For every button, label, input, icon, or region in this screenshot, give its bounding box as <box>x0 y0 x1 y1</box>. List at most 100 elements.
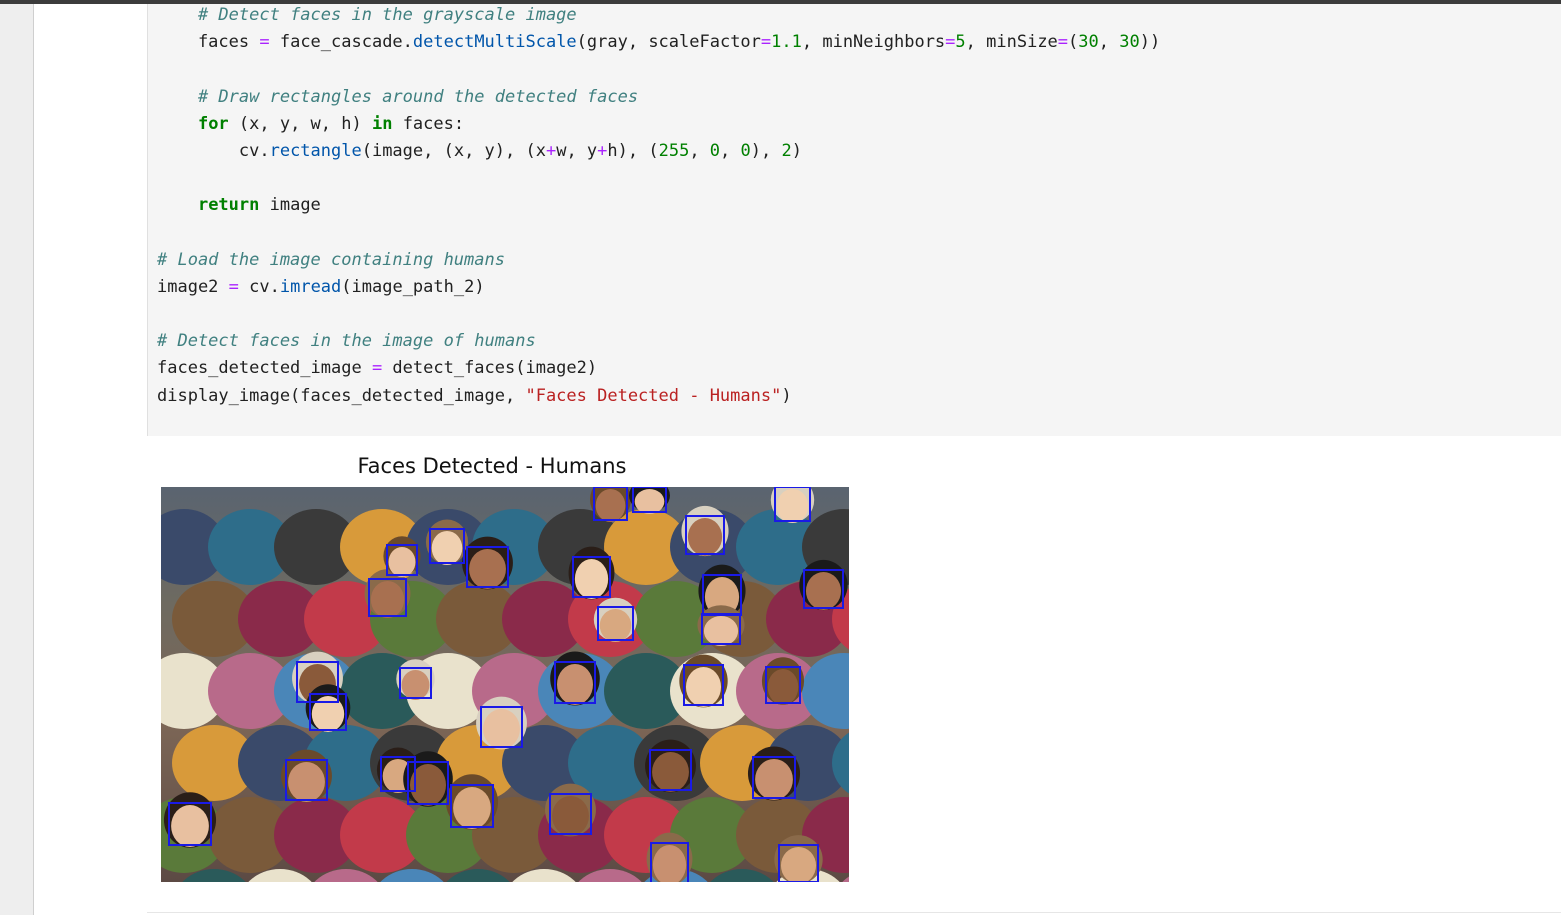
code-token: = <box>371 358 383 379</box>
person-face <box>171 805 209 847</box>
code-token: (gray, scaleFactor <box>576 32 761 53</box>
code-token: (image, (x, y), (x <box>361 140 546 161</box>
person-face <box>805 572 842 610</box>
code-token: rectangle <box>269 140 362 161</box>
person-face <box>453 787 491 829</box>
code-token: 30 <box>1119 32 1140 53</box>
code-token: # Detect faces in the image of humans <box>157 331 536 352</box>
code-token: 5 <box>955 32 966 53</box>
figure-title: Faces Detected - Humans <box>357 454 627 478</box>
code-token: in <box>371 113 393 134</box>
code-token: 0 <box>709 140 721 161</box>
code-token: cv. <box>157 140 270 161</box>
code-line: # Detect faces in the grayscale image <box>157 2 1160 29</box>
code-token: image2 <box>157 276 229 297</box>
code-token: + <box>545 140 557 161</box>
code-token: 2 <box>781 140 792 161</box>
code-token: h), ( <box>607 140 659 161</box>
person-face <box>401 670 430 700</box>
person-face <box>767 669 799 705</box>
code-line: # Detect faces in the image of humans <box>157 328 1160 355</box>
code-token: w, y <box>556 140 598 161</box>
person-face <box>288 762 325 802</box>
code-token: 30 <box>1078 32 1099 53</box>
code-token: faces: <box>392 113 465 134</box>
code-token: )) <box>1139 32 1161 53</box>
output-image <box>161 487 849 882</box>
code-line: return image <box>157 192 1160 219</box>
code-token: ), <box>750 140 782 161</box>
code-token: detectMultiScale <box>412 32 577 53</box>
code-token: , minNeighbors <box>801 32 946 53</box>
code-token: (x, y, w, h) <box>228 113 372 134</box>
person-face <box>370 581 405 618</box>
code-token: (image_path_2) <box>341 276 485 297</box>
code-token: # Detect faces in the grayscale image <box>197 5 577 25</box>
code-token: image <box>259 195 321 216</box>
person-face <box>703 616 739 646</box>
code-token: faces <box>157 32 260 53</box>
code-token: faces_detected_image <box>157 358 372 379</box>
code-token: # Load the image containing humans <box>157 249 505 270</box>
code-line: image2 = cv.imread(image_path_2) <box>157 274 1160 301</box>
person-face <box>634 489 665 514</box>
code-token: , <box>689 140 710 161</box>
person-face <box>388 547 416 577</box>
person-face <box>552 796 589 836</box>
code-token: ) <box>791 140 802 161</box>
code-token: , minSize <box>965 32 1058 53</box>
code-token: = <box>228 276 239 297</box>
code-token: for <box>197 113 229 134</box>
person-face <box>685 667 722 707</box>
code-token: = <box>259 32 270 53</box>
code-token: = <box>945 32 956 53</box>
code-line: cv.rectangle(image, (x, y), (x+w, y+h), … <box>157 138 1160 165</box>
code-token: 255 <box>658 140 690 161</box>
code-line: # Draw rectangles around the detected fa… <box>157 84 1160 111</box>
person-face <box>776 489 809 523</box>
person-face <box>557 664 593 705</box>
code-token: , <box>1098 32 1120 53</box>
code-token: ) <box>781 385 792 406</box>
code-token: detect_faces(image2) <box>382 358 598 379</box>
person-face <box>687 518 723 556</box>
code-line: faces = face_cascade.detectMultiScale(gr… <box>157 29 1160 56</box>
code-line: # Load the image containing humans <box>157 247 1160 274</box>
code-line: display_image(faces_detected_image, "Fac… <box>157 383 1160 410</box>
notebook-left-gutter <box>0 4 34 915</box>
person-face <box>483 709 520 749</box>
code-token: 0 <box>740 140 751 161</box>
person-face <box>599 609 632 642</box>
person-face <box>652 752 689 792</box>
code-token: , <box>720 140 741 161</box>
person-face <box>431 531 463 565</box>
code-token: face_cascade. <box>269 32 413 53</box>
code-token: display_image(faces_detected_image, <box>157 385 526 406</box>
person-face <box>595 489 626 522</box>
code-token: = <box>1057 32 1069 53</box>
code-line: faces_detected_image = detect_faces(imag… <box>157 355 1160 382</box>
code-token: 1.1 <box>771 32 802 53</box>
cell-separator <box>147 912 1561 913</box>
person-face <box>755 759 793 800</box>
code-token: = <box>760 32 772 53</box>
code-token: + <box>597 140 608 161</box>
code-token: imread <box>279 276 342 297</box>
code-token: cv. <box>238 276 280 297</box>
notebook-area: # Detect faces in the grayscale image fa… <box>34 4 1561 915</box>
code-token: # Draw rectangles around the detected fa… <box>197 86 639 107</box>
code-editor[interactable]: # Detect faces in the grayscale image fa… <box>157 2 1160 410</box>
code-token: return <box>197 195 260 216</box>
crowd-photo <box>161 487 849 882</box>
cell-output: Faces Detected - Humans <box>147 436 1561 915</box>
code-token: ( <box>1068 32 1079 53</box>
code-cell[interactable]: # Detect faces in the grayscale image fa… <box>147 4 1561 437</box>
code-line: for (x, y, w, h) in faces: <box>157 111 1160 138</box>
